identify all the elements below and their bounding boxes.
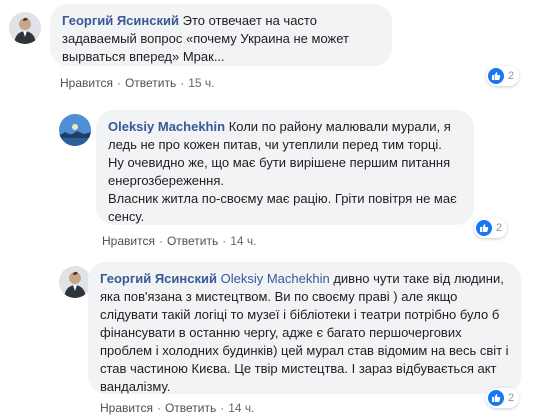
comment-bubble: Oleksiy Machekhin Коли по району малювал…: [96, 110, 474, 225]
separator-dot: ·: [180, 76, 185, 90]
comment-actions: Нравится · Ответить · 14 ч.: [100, 400, 255, 416]
avatar[interactable]: [59, 114, 91, 146]
like-link[interactable]: Нравится: [100, 400, 153, 416]
author-name[interactable]: Георгий Ясинский: [62, 13, 179, 28]
author-name[interactable]: Oleksiy Machekhin: [108, 119, 225, 134]
timestamp[interactable]: 14 ч.: [228, 400, 254, 416]
comment-actions: Нравится · Ответить · 14 ч.: [102, 233, 257, 249]
reaction-count-badge[interactable]: 2: [486, 66, 520, 86]
reaction-count-badge[interactable]: 2: [486, 388, 520, 408]
separator-dot: ·: [158, 234, 163, 248]
mentioned-user[interactable]: Oleksiy Machekhin: [221, 271, 330, 286]
separator-dot: ·: [222, 234, 227, 248]
like-thumbs-up-icon: [476, 220, 492, 236]
separator-dot: ·: [116, 76, 121, 90]
like-link[interactable]: Нравится: [60, 75, 113, 91]
comment-actions: Нравится · Ответить · 15 ч.: [60, 75, 215, 91]
reply-link[interactable]: Ответить: [165, 400, 216, 416]
timestamp[interactable]: 15 ч.: [188, 75, 214, 91]
reaction-count: 2: [496, 222, 503, 234]
comment-text: Коли по району малювали мурали, я ледь н…: [108, 119, 457, 224]
avatar[interactable]: [9, 12, 41, 44]
author-name[interactable]: Георгий Ясинский: [100, 271, 217, 286]
separator-dot: ·: [220, 401, 225, 415]
like-link[interactable]: Нравится: [102, 233, 155, 249]
comment-bubble: Георгий Ясинский Oleksiy Machekhin дивно…: [88, 262, 521, 394]
reply-link[interactable]: Ответить: [167, 233, 218, 249]
comment-bubble: Георгий Ясинский Это отвечает на часто з…: [50, 4, 392, 66]
reply-link[interactable]: Ответить: [125, 75, 176, 91]
reaction-count-badge[interactable]: 2: [474, 218, 508, 238]
reaction-count: 2: [508, 392, 515, 404]
like-thumbs-up-icon: [488, 68, 504, 84]
reaction-count: 2: [508, 70, 515, 82]
avatar[interactable]: [59, 266, 91, 298]
separator-dot: ·: [156, 401, 161, 415]
timestamp[interactable]: 14 ч.: [230, 233, 256, 249]
like-thumbs-up-icon: [488, 390, 504, 406]
comment-text: дивно чути таке від людини, яка пов'язан…: [100, 271, 513, 394]
